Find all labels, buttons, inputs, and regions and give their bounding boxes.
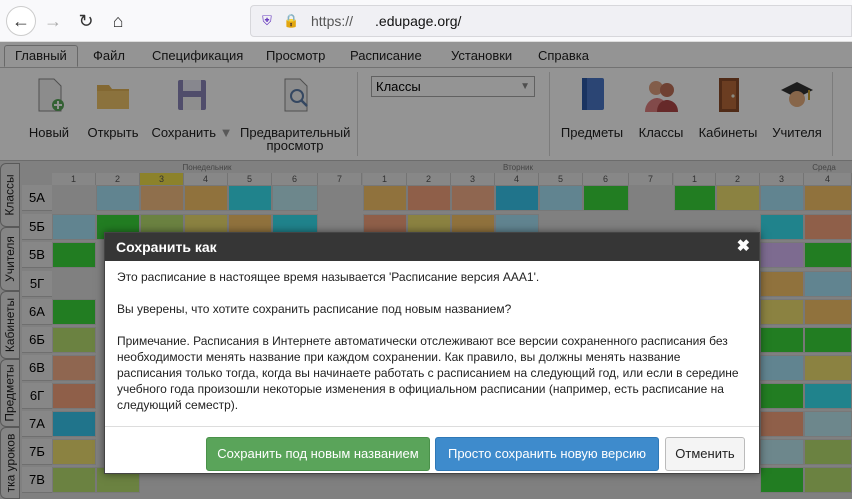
- url-text: https://.edupage.org/: [311, 13, 462, 29]
- dialog-body: Это расписание в настоящее время называе…: [105, 261, 759, 427]
- dialog-text-note: Примечание. Расписания в Интернете автом…: [117, 334, 739, 412]
- save-under-new-name-button[interactable]: Сохранить под новым названием: [206, 437, 430, 471]
- forward-button[interactable]: →: [38, 6, 68, 36]
- lock-icon: 🔒: [283, 13, 300, 28]
- dialog-title: Сохранить как: [116, 239, 217, 255]
- close-icon[interactable]: ✖: [737, 233, 750, 261]
- shield-icon: ⛨: [262, 13, 272, 28]
- home-button[interactable]: ⌂: [103, 6, 133, 36]
- dialog-text-question: Вы уверены, что хотите сохранить расписа…: [117, 302, 512, 316]
- dialog-titlebar: Сохранить как ✖: [105, 233, 759, 261]
- back-button[interactable]: ←: [6, 6, 36, 36]
- save-new-version-button[interactable]: Просто сохранить новую версию: [435, 437, 659, 471]
- dialog-text-current-name: Это расписание в настоящее время называе…: [117, 270, 540, 284]
- reload-button[interactable]: ↻: [71, 6, 101, 36]
- cancel-button[interactable]: Отменить: [665, 437, 745, 471]
- save-as-dialog: Сохранить как ✖ Это расписание в настоящ…: [104, 232, 760, 474]
- browser-toolbar: ← → ↻ ⌂ ⛨ 🔒 https://.edupage.org/: [0, 0, 852, 42]
- address-bar[interactable]: ⛨ 🔒 https://.edupage.org/: [250, 5, 852, 37]
